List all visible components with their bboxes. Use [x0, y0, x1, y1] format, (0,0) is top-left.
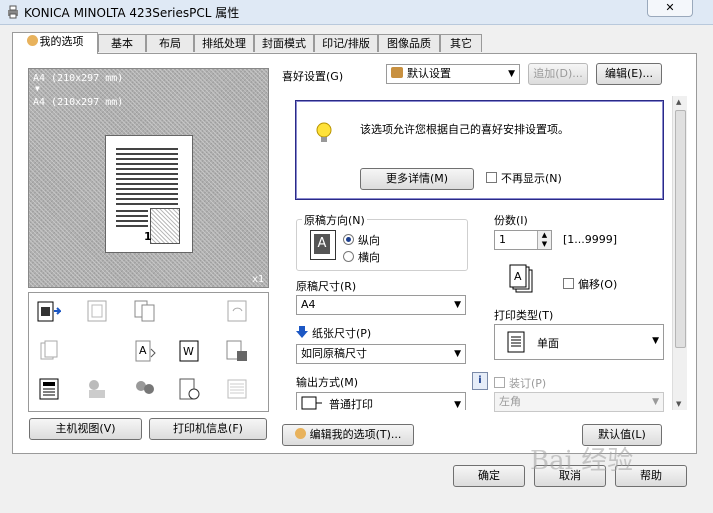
preview-page: 1 — [105, 135, 193, 253]
svg-text:A: A — [139, 344, 147, 357]
info-icon[interactable]: i — [472, 372, 488, 390]
paper-stack-icon[interactable] — [225, 377, 249, 401]
normal-print-icon — [301, 396, 322, 410]
scroll-up-icon[interactable]: ▲ — [676, 98, 681, 106]
copies-range: [1...9999] — [563, 233, 618, 246]
output-method-select[interactable]: 普通打印 ▼ — [296, 392, 466, 410]
add-favorite-button[interactable]: 追加(D)... — [528, 63, 588, 85]
preview-copy-number: 1 — [144, 230, 152, 243]
binding-position-select[interactable]: 左角 ▼ — [494, 392, 664, 412]
lightbulb-icon — [316, 122, 332, 142]
chevron-down-icon: ▼ — [652, 397, 659, 407]
tab-finishing[interactable]: 排纸处理 — [194, 34, 254, 52]
single-sided-icon — [507, 331, 525, 353]
preview-zoom: x1 — [251, 274, 264, 285]
copies-label: 份数(I) — [494, 214, 528, 227]
preview-original-size: A4 (210x297 mm) — [33, 73, 124, 84]
print-type-select[interactable]: 单面 ▼ — [494, 324, 664, 360]
output-tray-icon[interactable] — [37, 299, 61, 323]
job-settings-icon[interactable] — [177, 377, 201, 401]
user-icon — [26, 35, 38, 46]
document-icon[interactable] — [37, 377, 61, 401]
scroll-down-icon[interactable]: ▼ — [676, 400, 681, 408]
user-auth-icon[interactable] — [85, 377, 109, 401]
preview-arrow: ▼ — [35, 84, 40, 93]
portrait-radio[interactable] — [343, 234, 354, 245]
title-bar: KONICA MINOLTA 423SeriesPCL 属性 ✕ — [0, 0, 713, 25]
print-type-label: 打印类型(T) — [494, 309, 554, 322]
paper-size-label: 纸张尺寸(P) — [312, 327, 372, 340]
chevron-down-icon: ▼ — [652, 336, 659, 346]
portrait-preview-icon: A — [310, 230, 336, 260]
landscape-radio[interactable] — [343, 251, 354, 262]
settings-scrollbar[interactable]: ▲ ▼ — [672, 96, 687, 410]
chevron-down-icon: ▼ — [454, 349, 461, 359]
secure-print-icon[interactable] — [225, 339, 249, 363]
tip-box: 该选项允许您根据自己的喜好安排设置项。 更多详情(M) 不再显示(N) — [295, 100, 664, 200]
original-size-label: 原稿尺寸(R) — [296, 280, 357, 293]
chevron-down-icon: ▼ — [454, 300, 461, 310]
watermark-logo: Bai 经验 — [530, 446, 634, 476]
tip-text: 该选项允许您根据自己的喜好安排设置项。 — [360, 123, 569, 136]
window-title: KONICA MINOLTA 423SeriesPCL 属性 — [24, 6, 240, 20]
offset-checkbox[interactable] — [563, 278, 574, 289]
stack-copies-icon[interactable] — [37, 339, 61, 363]
more-details-button[interactable]: 更多详情(M) — [360, 168, 474, 190]
multi-page-icon[interactable] — [133, 299, 157, 323]
booklet-icon[interactable] — [85, 299, 109, 323]
user-icon — [294, 428, 306, 439]
dont-show-again-checkbox[interactable] — [486, 172, 497, 183]
portrait-label: 纵向 — [358, 234, 380, 247]
favorites-select[interactable]: 默认设置 ▼ — [386, 64, 520, 84]
ok-button[interactable]: 确定 — [453, 465, 525, 487]
offset-label: 偏移(O) — [578, 278, 618, 291]
preview-paper-size: A4 (210x297 mm) — [33, 97, 124, 108]
svg-text:A: A — [514, 270, 522, 283]
rotate-page-icon[interactable] — [225, 299, 249, 323]
scrollbar-thumb[interactable] — [675, 110, 686, 348]
copies-input[interactable]: 1 ▲ ▼ — [494, 230, 552, 250]
tab-other[interactable]: 其它 — [440, 34, 482, 52]
tab-basic[interactable]: 基本 — [98, 34, 146, 52]
watermark-page-icon[interactable]: W — [177, 339, 201, 363]
binding-checkbox[interactable] — [494, 377, 505, 388]
orientation-title: 原稿方向(N) — [302, 212, 367, 228]
tab-stamp-composition[interactable]: 印记/排版 — [314, 34, 378, 52]
account-track-icon[interactable] — [133, 377, 157, 401]
tab-cover-mode[interactable]: 封面模式 — [254, 34, 314, 52]
text-overlay-icon[interactable]: A — [133, 339, 157, 363]
paper-size-select[interactable]: 如同原稿尺寸 ▼ — [296, 344, 466, 364]
landscape-label: 横向 — [358, 251, 380, 264]
down-arrow-icon — [296, 326, 308, 338]
tab-my-options[interactable]: 我的选项 — [12, 32, 98, 54]
printer-info-button[interactable]: 打印机信息(F) — [149, 418, 267, 440]
output-method-select-clip: 普通打印 ▼ — [296, 392, 466, 410]
main-view-button[interactable]: 主机视图(V) — [29, 418, 142, 440]
favorite-profile-icon — [391, 67, 403, 78]
edit-favorite-button[interactable]: 编辑(E)... — [596, 63, 662, 85]
chevron-down-icon: ▼ — [508, 69, 515, 79]
tab-layout[interactable]: 布局 — [146, 34, 194, 52]
tab-image-quality[interactable]: 图像品质 — [378, 34, 440, 52]
offset-stack-icon: A — [509, 264, 533, 293]
window-close-button[interactable]: ✕ — [647, 0, 693, 17]
function-icon-grid: A W — [28, 292, 269, 412]
printer-icon — [8, 5, 18, 19]
binding-label: 装订(P) — [509, 377, 547, 390]
copies-spinner[interactable]: ▲ ▼ — [537, 231, 551, 249]
svg-text:W: W — [183, 345, 194, 358]
chevron-down-icon: ▼ — [454, 400, 461, 410]
output-method-label: 输出方式(M) — [296, 376, 359, 389]
dont-show-again-label: 不再显示(N) — [501, 172, 562, 185]
print-preview: A4 (210x297 mm) ▼ A4 (210x297 mm) 1 x1 — [28, 68, 269, 288]
original-size-select[interactable]: A4 ▼ — [296, 295, 466, 315]
favorites-label: 喜好设置(G) — [282, 70, 344, 83]
edit-my-options-button[interactable]: 编辑我的选项(T)... — [282, 424, 414, 446]
